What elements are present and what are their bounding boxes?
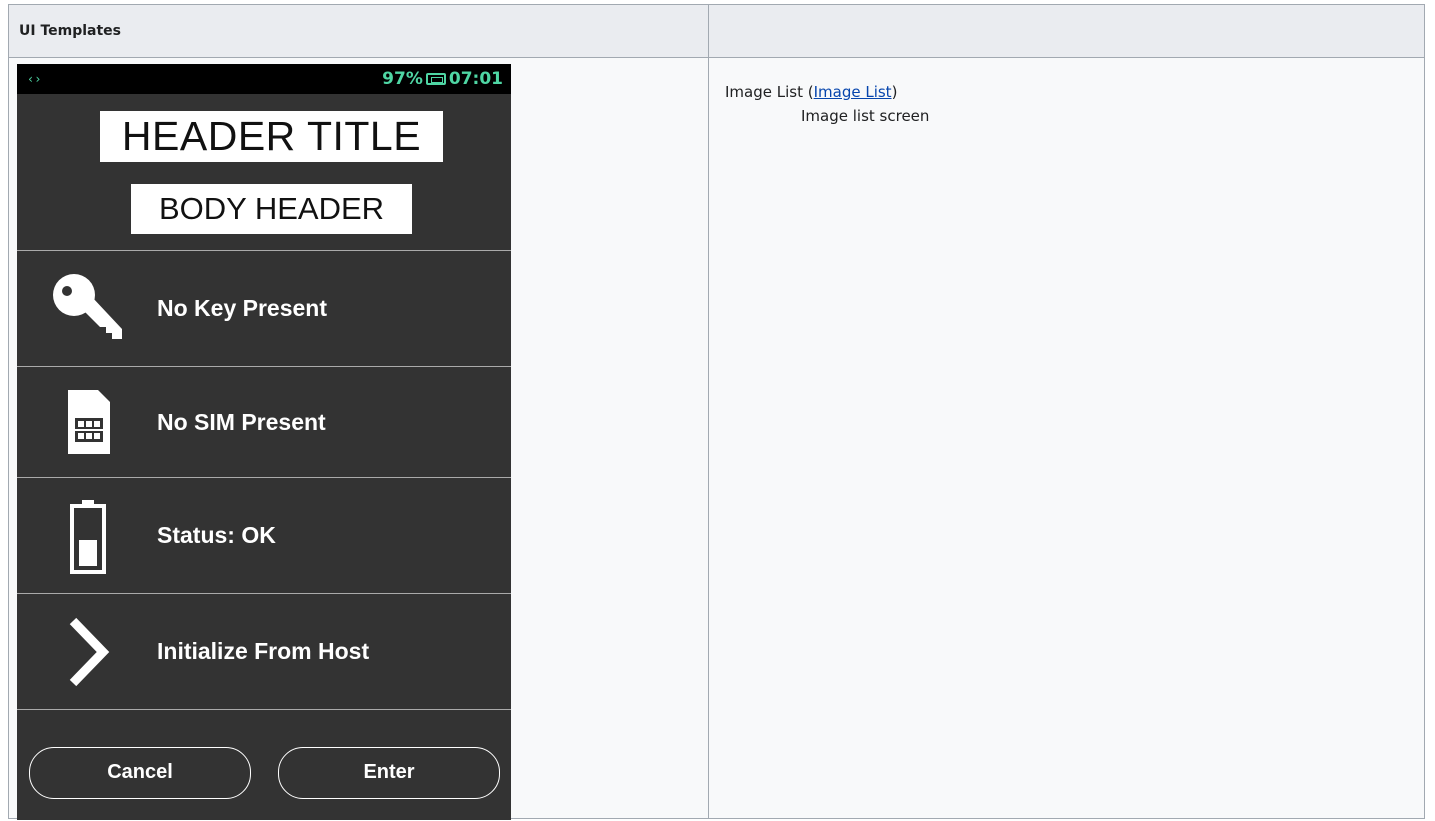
templates-table: UI Templates ‹› 97% 07:01 HEADER TITLE B… bbox=[8, 4, 1425, 820]
open-paren: ( bbox=[802, 83, 814, 101]
body-header: BODY HEADER bbox=[131, 184, 412, 234]
template-detail: Image list screen bbox=[801, 107, 930, 125]
table-header-empty bbox=[708, 4, 1425, 58]
list-item-key[interactable]: No Key Present bbox=[17, 251, 511, 367]
template-description: Image List (Image List) Image list scree… bbox=[725, 80, 929, 128]
clock: 07:01 bbox=[448, 69, 503, 89]
status-bar: ‹› 97% 07:01 bbox=[17, 64, 511, 94]
chevron-right-icon bbox=[43, 607, 133, 697]
enter-button[interactable]: Enter bbox=[278, 746, 500, 799]
battery-icon bbox=[43, 491, 133, 581]
template-description-cell: Image List (Image List) Image list scree… bbox=[708, 57, 1425, 819]
cancel-button[interactable]: Cancel bbox=[29, 746, 251, 799]
status-indicators: 97% 07:01 bbox=[382, 69, 503, 89]
list-item-label: Initialize From Host bbox=[157, 638, 370, 664]
header-title: HEADER TITLE bbox=[100, 111, 443, 162]
list-item-label: No SIM Present bbox=[157, 408, 326, 435]
sd-card-icon bbox=[425, 73, 446, 85]
device-screen: ‹› 97% 07:01 HEADER TITLE BODY HEADER No… bbox=[17, 64, 511, 820]
connection-icon: ‹› bbox=[27, 72, 42, 86]
list-item-initialize[interactable]: Initialize From Host bbox=[17, 594, 511, 710]
template-preview-cell: ‹› 97% 07:01 HEADER TITLE BODY HEADER No… bbox=[8, 57, 709, 820]
list-item-status[interactable]: Status: OK bbox=[17, 478, 511, 594]
template-link[interactable]: Image List bbox=[814, 83, 892, 101]
sim-card-icon bbox=[43, 377, 133, 467]
key-icon bbox=[43, 264, 133, 354]
battery-percent: 97% bbox=[382, 69, 423, 89]
button-row: Cancel Enter bbox=[17, 725, 511, 820]
template-name: Image List bbox=[725, 83, 803, 101]
header-area: HEADER TITLE BODY HEADER bbox=[17, 94, 511, 251]
close-paren: ) bbox=[891, 83, 898, 101]
list-item-label: Status: OK bbox=[157, 522, 276, 548]
list-item-label: No Key Present bbox=[157, 295, 328, 321]
table-header-ui-templates: UI Templates bbox=[8, 4, 709, 58]
list-item-sim[interactable]: No SIM Present bbox=[17, 367, 511, 478]
